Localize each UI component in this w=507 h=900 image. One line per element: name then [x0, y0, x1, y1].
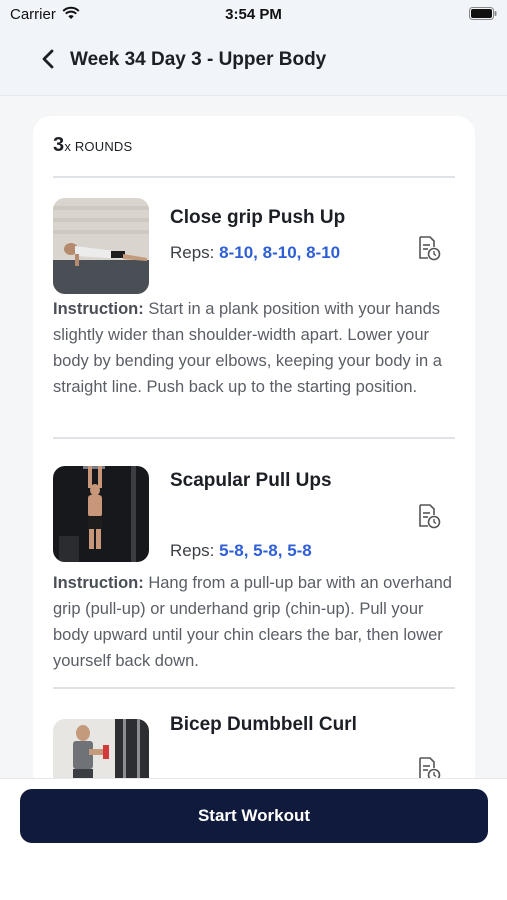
log-timer-icon[interactable]	[415, 502, 443, 530]
instruction-label: Instruction:	[53, 574, 144, 592]
status-bar: Carrier 3:54 PM	[0, 0, 507, 28]
back-chevron-icon[interactable]	[40, 48, 58, 70]
workout-card: 3x ROUNDS Close grip Push Up Reps: 8-10,…	[33, 116, 475, 816]
bottom-bar: Start Workout	[0, 778, 507, 900]
exercise-reps: Reps: 5-8, 5-8, 5-8	[170, 538, 350, 564]
exercise-name: Close grip Push Up	[170, 207, 346, 228]
exercise-reps: Reps: 8-10, 8-10, 8-10	[170, 240, 350, 266]
rounds-count: 3	[53, 134, 65, 156]
start-workout-button[interactable]: Start Workout	[20, 789, 488, 843]
divider	[53, 176, 455, 178]
exercise-name: Bicep Dumbbell Curl	[170, 714, 357, 735]
instruction-label: Instruction:	[53, 300, 144, 318]
reps-label: Reps:	[170, 541, 215, 560]
reps-label: Reps:	[170, 243, 215, 262]
nav-header: Week 34 Day 3 - Upper Body	[0, 40, 507, 80]
exercise-name: Scapular Pull Ups	[170, 470, 332, 491]
rounds-multiplier: x	[64, 139, 72, 154]
exercise-item[interactable]: Scapular Pull Ups Reps: 5-8, 5-8, 5-8 In…	[53, 466, 455, 676]
rounds-text: ROUNDS	[74, 139, 133, 154]
exercise-item[interactable]: Close grip Push Up Reps: 8-10, 8-10, 8-1…	[53, 198, 455, 438]
reps-value: 5-8, 5-8, 5-8	[219, 541, 312, 560]
divider	[53, 687, 455, 689]
battery-icon	[469, 7, 497, 24]
rounds-label: 3x ROUNDS	[53, 134, 132, 157]
divider	[53, 437, 455, 439]
reps-value: 8-10, 8-10, 8-10	[219, 243, 341, 262]
log-timer-icon[interactable]	[415, 234, 443, 262]
exercise-thumbnail[interactable]	[53, 466, 149, 562]
exercise-instruction: Instruction: Hang from a pull-up bar wit…	[53, 570, 455, 674]
page-title: Week 34 Day 3 - Upper Body	[70, 49, 327, 70]
clock: 3:54 PM	[225, 6, 282, 23]
exercise-instruction: Instruction: Start in a plank position w…	[53, 296, 455, 400]
exercise-thumbnail[interactable]	[53, 198, 149, 294]
